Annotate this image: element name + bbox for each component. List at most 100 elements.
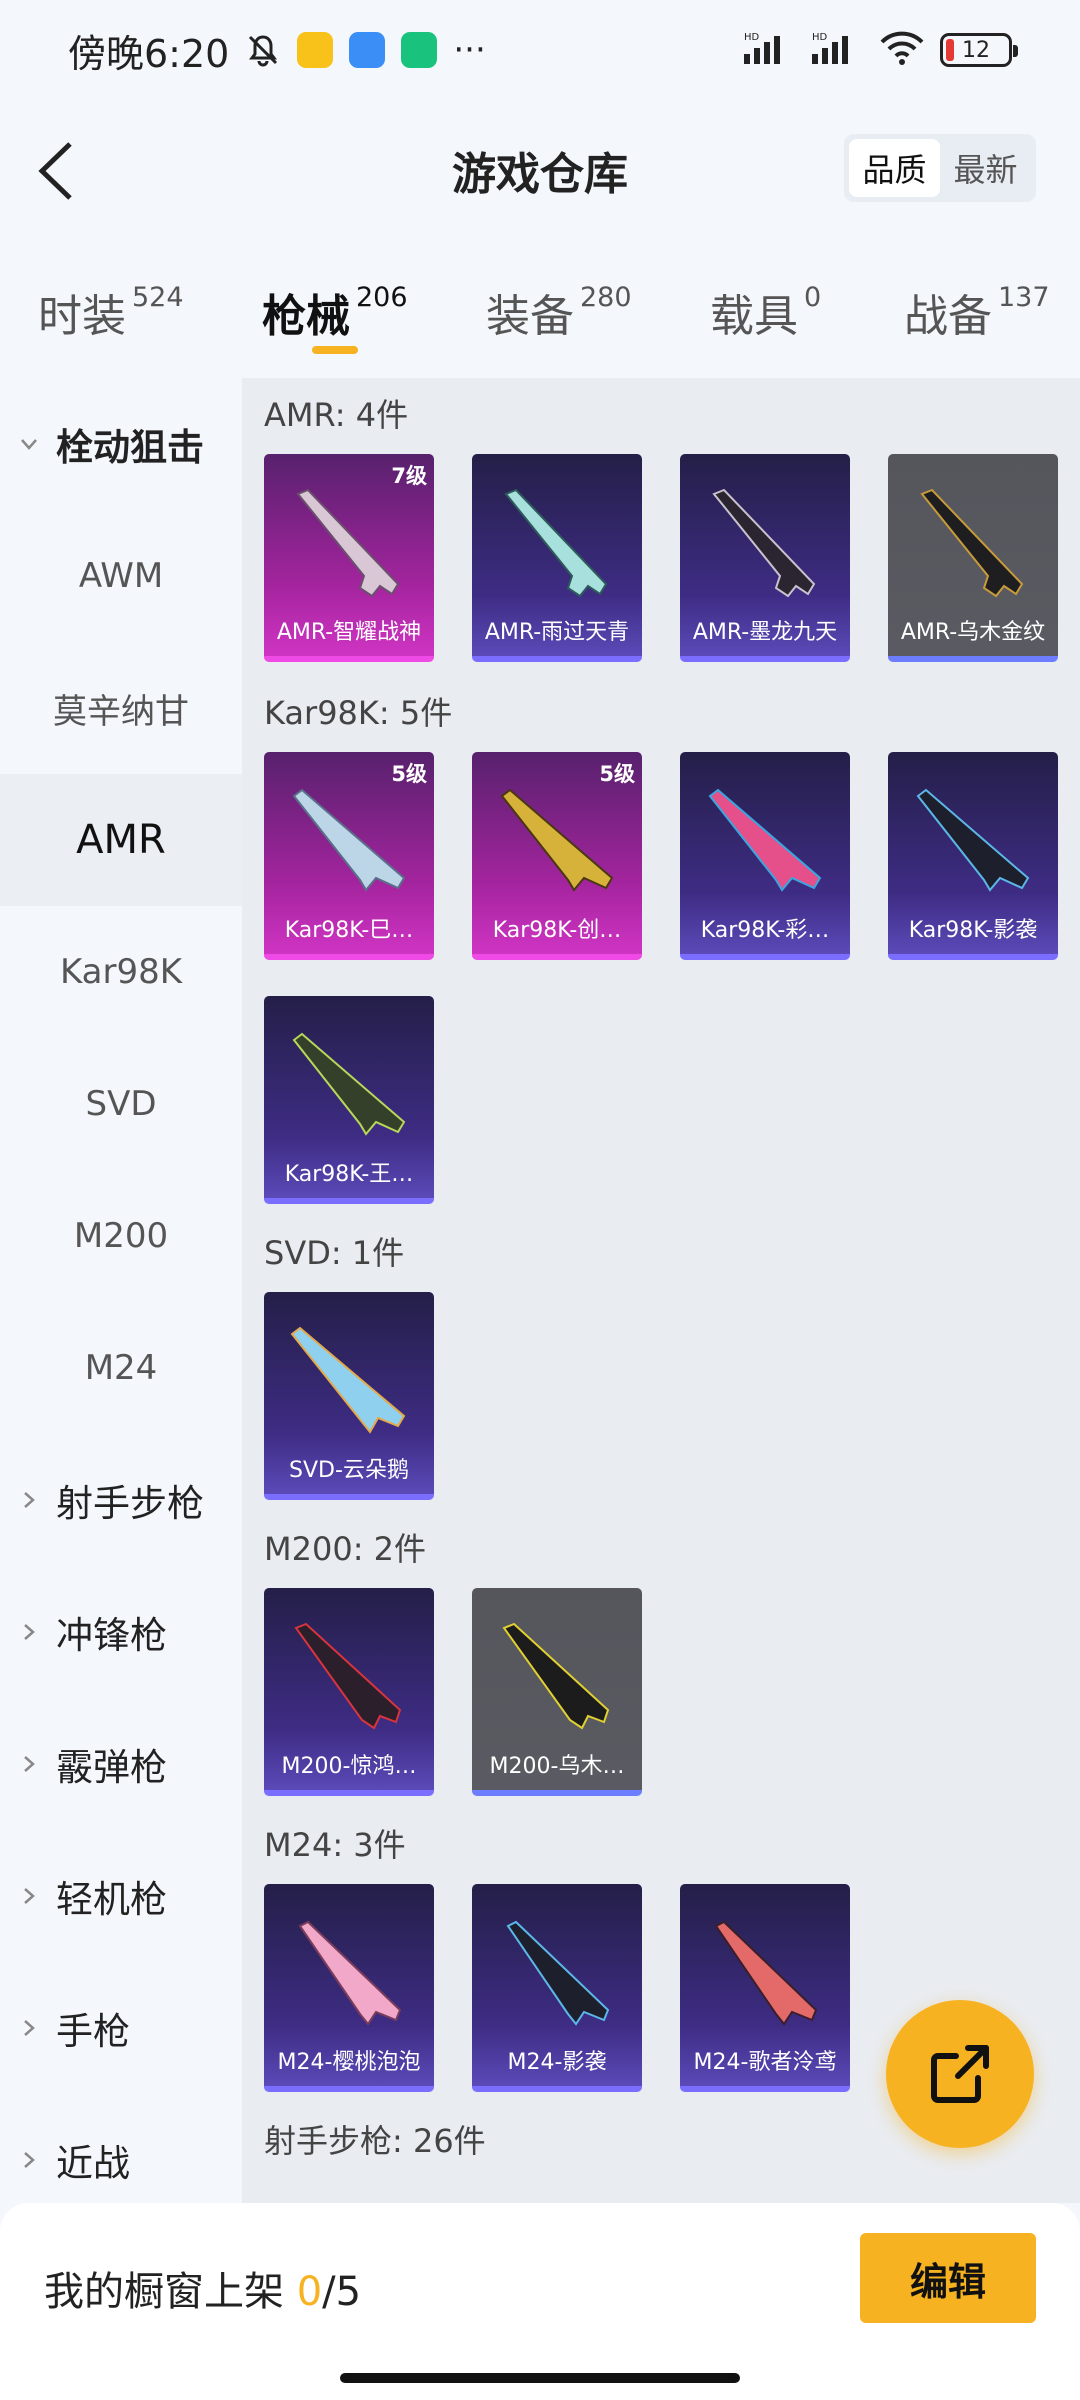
sidebar-item-label: 射手步枪 bbox=[56, 1482, 204, 1525]
weapon-name: Kar98K-影袭 bbox=[908, 918, 1038, 943]
tab-label: 枪械 bbox=[262, 291, 350, 342]
chevron-right-icon bbox=[20, 1755, 38, 1773]
sidebar-item-awm[interactable]: AWM bbox=[0, 510, 242, 642]
weapon-card[interactable]: M200-惊鸿… bbox=[264, 1588, 434, 1796]
svg-text:HD: HD bbox=[812, 32, 828, 43]
rifle-icon bbox=[292, 788, 406, 892]
sidebar-group-smg[interactable]: 冲锋枪 bbox=[0, 1566, 242, 1698]
rifle-icon bbox=[712, 488, 816, 598]
chevron-right-icon bbox=[20, 1623, 38, 1641]
status-bar: 傍晚6:20 ··· HD HD 12 bbox=[0, 0, 1080, 100]
weapon-name: M24-影袭 bbox=[507, 2050, 607, 2075]
section-label-kar98k: Kar98K: 5件 bbox=[264, 694, 453, 732]
weapon-name: AMR-墨龙九天 bbox=[692, 620, 838, 645]
chevron-right-icon bbox=[20, 1887, 38, 1905]
sidebar-item-label: 手枪 bbox=[56, 2010, 130, 2053]
weapon-card[interactable]: AMR-雨过天青 bbox=[472, 454, 642, 662]
sidebar-item-m24[interactable]: M24 bbox=[0, 1302, 242, 1434]
weapon-name: Kar98K-创… bbox=[492, 918, 622, 943]
weapon-card[interactable]: 5级 Kar98K-巳… bbox=[264, 752, 434, 960]
weapon-card[interactable]: Kar98K-彩… bbox=[680, 752, 850, 960]
weapon-card[interactable]: 5级 Kar98K-创… bbox=[472, 752, 642, 960]
weapon-card[interactable]: M24-歌者泠鸢 bbox=[680, 1884, 850, 2092]
weapon-name: Kar98K-彩… bbox=[700, 918, 830, 943]
more-dots-icon: ··· bbox=[453, 30, 486, 70]
external-link-icon bbox=[931, 2045, 989, 2103]
weapon-card[interactable]: Kar98K-影袭 bbox=[888, 752, 1058, 960]
sidebar-item-label: 冲锋枪 bbox=[56, 1614, 167, 1657]
rifle-icon bbox=[920, 488, 1024, 598]
battery-icon: 12 bbox=[940, 33, 1018, 67]
tab-label: 战备 bbox=[904, 291, 992, 342]
weapon-card[interactable]: 7级 AMR-智耀战神 bbox=[264, 454, 434, 662]
weapon-card[interactable]: AMR-乌木金纹 bbox=[888, 454, 1058, 662]
status-time: 傍晚6:20 bbox=[68, 31, 230, 76]
edit-button[interactable]: 编辑 bbox=[860, 2233, 1036, 2323]
tab-firearms[interactable]: 枪械 206 bbox=[262, 280, 408, 350]
tab-vehicles[interactable]: 载具 0 bbox=[710, 280, 821, 350]
sidebar-item-label: 近战 bbox=[56, 2142, 130, 2185]
mute-bell-icon bbox=[245, 32, 281, 68]
weapon-card[interactable]: M24-樱桃泡泡 bbox=[264, 1884, 434, 2092]
header: 游戏仓库 品质 最新 bbox=[0, 100, 1080, 240]
section-label-m200: M200: 2件 bbox=[264, 1530, 427, 1568]
tab-tactical[interactable]: 战备 137 bbox=[904, 280, 1050, 350]
battery-level: 12 bbox=[962, 37, 990, 63]
showcase-total-count: /5 bbox=[322, 2269, 362, 2315]
chevron-down-icon bbox=[20, 435, 38, 453]
weapon-name: AMR-智耀战神 bbox=[276, 620, 422, 645]
app-root: { "status_bar": { "time": "傍晚6:20", "bat… bbox=[0, 0, 1080, 2400]
tab-count: 206 bbox=[356, 282, 408, 313]
weapon-name: M24-樱桃泡泡 bbox=[277, 2050, 421, 2075]
tab-count: 0 bbox=[804, 282, 822, 313]
showcase-status: 我的橱窗上架 0/5 bbox=[44, 2259, 361, 2317]
sort-newest-button[interactable]: 最新 bbox=[940, 139, 1031, 197]
rifle-icon bbox=[506, 1920, 610, 2026]
section-label-dmr: 射手步枪: 26件 bbox=[264, 2122, 486, 2160]
weapon-name: M200-乌木… bbox=[489, 1754, 625, 1779]
tab-fashion[interactable]: 时装 524 bbox=[38, 280, 184, 350]
section-label-svd: SVD: 1件 bbox=[264, 1234, 405, 1272]
sidebar-group-bolt-sniper[interactable]: 栓动狙击 bbox=[0, 378, 242, 510]
signal-2-icon: HD bbox=[810, 30, 864, 70]
svg-text:HD: HD bbox=[744, 32, 760, 43]
home-indicator[interactable] bbox=[340, 2373, 740, 2383]
share-button[interactable] bbox=[886, 2000, 1034, 2148]
rifle-icon bbox=[504, 488, 608, 598]
app-notification-icon bbox=[297, 32, 334, 68]
rifle-icon bbox=[292, 1032, 406, 1136]
sidebar-item-label: 霰弹枪 bbox=[56, 1746, 167, 1789]
rifle-icon bbox=[916, 788, 1030, 892]
weapon-card[interactable]: M200-乌木… bbox=[472, 1588, 642, 1796]
weapon-name: Kar98K-王… bbox=[284, 1162, 414, 1187]
weapon-card[interactable]: Kar98K-王… bbox=[264, 996, 434, 1204]
sidebar-group-pistol[interactable]: 手枪 bbox=[0, 1962, 242, 2094]
sidebar-group-dmr[interactable]: 射手步枪 bbox=[0, 1434, 242, 1566]
section-label-m24: M24: 3件 bbox=[264, 1826, 406, 1864]
weapon-card[interactable]: SVD-云朵鹅 bbox=[264, 1292, 434, 1500]
bottom-bar: 我的橱窗上架 0/5 编辑 bbox=[0, 2203, 1080, 2400]
weapon-card[interactable]: AMR-墨龙九天 bbox=[680, 454, 850, 662]
sidebar-group-lmg[interactable]: 轻机枪 bbox=[0, 1830, 242, 1962]
sidebar-item-label: 栓动狙击 bbox=[56, 426, 204, 469]
tab-equipment[interactable]: 装备 280 bbox=[486, 280, 632, 350]
weapon-card[interactable]: M24-影袭 bbox=[472, 1884, 642, 2092]
active-tab-indicator bbox=[312, 346, 358, 354]
sidebar-item-svd[interactable]: SVD bbox=[0, 1038, 242, 1170]
tab-count: 137 bbox=[998, 282, 1050, 313]
sort-quality-button[interactable]: 品质 bbox=[849, 139, 940, 197]
chevron-right-icon bbox=[20, 2151, 38, 2169]
tab-count: 280 bbox=[580, 282, 632, 313]
shield-notification-icon bbox=[401, 32, 438, 68]
rifle-icon bbox=[714, 1920, 818, 2026]
sidebar-group-shotgun[interactable]: 霰弹枪 bbox=[0, 1698, 242, 1830]
weapon-name: M24-歌者泠鸢 bbox=[693, 2050, 837, 2075]
sidebar-item-m200[interactable]: M200 bbox=[0, 1170, 242, 1302]
signal-icon: HD bbox=[742, 30, 796, 70]
sidebar-item-kar98k[interactable]: Kar98K bbox=[0, 906, 242, 1038]
sidebar-item-mosin[interactable]: 莫辛纳甘 bbox=[0, 642, 242, 774]
wallet-notification-icon bbox=[349, 32, 386, 68]
sidebar: 栓动狙击 AWM 莫辛纳甘 AMR Kar98K SVD M200 M24 射手… bbox=[0, 378, 242, 2203]
showcase-current-count: 0 bbox=[296, 2269, 323, 2315]
sidebar-item-amr[interactable]: AMR bbox=[0, 774, 242, 906]
